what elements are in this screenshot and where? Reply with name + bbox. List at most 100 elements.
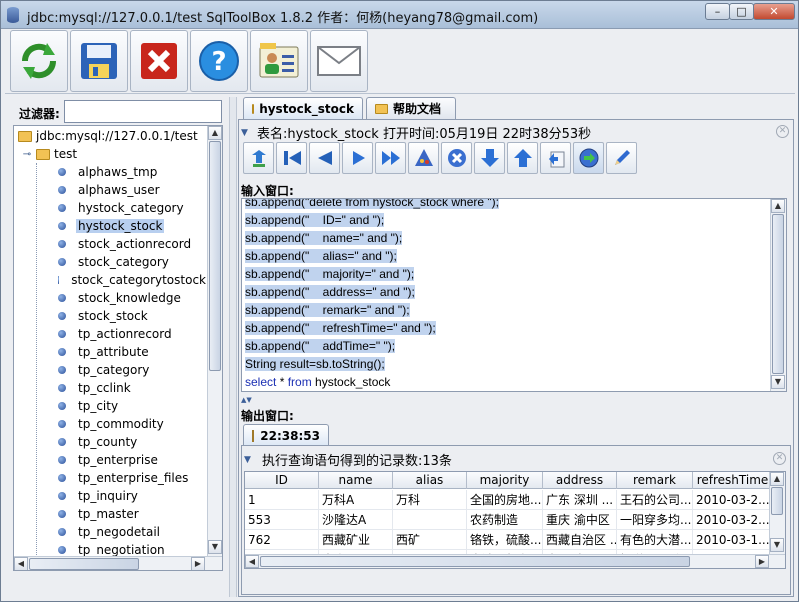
move-down-button[interactable] (474, 142, 505, 174)
tree-item-table[interactable]: tp_inquiry (14, 487, 208, 505)
help-button[interactable]: ? (190, 30, 248, 92)
tree-item-table[interactable]: tp_city (14, 397, 208, 415)
table-icon (58, 276, 60, 284)
arrow-down-icon (480, 149, 499, 167)
column-header[interactable]: remark (617, 472, 693, 489)
scroll-down-icon[interactable]: ▼ (770, 538, 784, 552)
scroll-left-icon[interactable]: ◀ (14, 557, 28, 570)
minimize-button[interactable]: – (705, 3, 730, 20)
tree-item-label: hystock_category (78, 201, 184, 215)
close-icon[interactable]: ✕ (776, 125, 789, 138)
table-vertical-scrollbar[interactable]: ▲ ▼ (769, 472, 785, 554)
maximize-button[interactable]: □ (729, 3, 754, 20)
panel-splitter[interactable] (229, 97, 237, 597)
tree-horizontal-scrollbar[interactable]: ◀ ▶ (14, 556, 222, 570)
close-icon[interactable]: ✕ (773, 452, 786, 465)
tree-item-table[interactable]: tp_enterprise (14, 451, 208, 469)
scroll-down-icon[interactable]: ▼ (771, 375, 785, 389)
tab-result-time[interactable]: 22:38:53 (243, 424, 329, 446)
expand-handle-icon[interactable]: ⊸ (22, 149, 32, 160)
scroll-right-icon[interactable]: ▶ (191, 557, 205, 570)
scroll-up-icon[interactable]: ▲ (208, 126, 222, 140)
tree-item-label: stock_knowledge (78, 291, 181, 305)
editor-vertical-scrollbar[interactable]: ▲ ▼ (770, 199, 786, 391)
tab-hystock-stock[interactable]: hystock_stock (243, 97, 363, 119)
chevron-down-icon[interactable]: ▼ (244, 455, 254, 465)
refresh-button[interactable] (10, 30, 68, 92)
column-header[interactable]: name (319, 472, 393, 489)
execute-button[interactable] (573, 142, 604, 174)
table-icon (58, 528, 66, 536)
refresh-icon (21, 43, 57, 79)
delete-button[interactable] (130, 30, 188, 92)
contact-button[interactable] (250, 30, 308, 92)
tree-item-table[interactable]: hystock_stock (14, 217, 208, 235)
build-button[interactable] (408, 142, 439, 174)
tree-item-table[interactable]: tp_attribute (14, 343, 208, 361)
table-row[interactable]: 1 万科A 万科 全国的房地... 广东 深圳 ... 王石的公司... 2010-03-2… (245, 490, 773, 510)
scroll-up-icon[interactable]: ▲ (771, 199, 785, 213)
chevron-down-icon[interactable]: ▼ (241, 128, 251, 138)
scroll-up-icon[interactable]: ▲ (770, 472, 784, 486)
table-row[interactable]: 762 西藏矿业 西矿 铬铁，硫酸... 西藏自治区 ... 有色的大潜... 2010-0… (245, 530, 773, 550)
move-up-button[interactable] (507, 142, 538, 174)
table-row[interactable]: 553 沙隆达A 农药制造 重庆 渝中区 一阳穿多均... 2010-03-2... (245, 510, 773, 530)
next-record-button[interactable] (342, 142, 373, 174)
editor-section-header[interactable]: ▼ 表名:hystock_stock 打开时间:05月19日 22时38分53秒… (241, 122, 791, 142)
tree-item-table[interactable]: alphaws_tmp (14, 163, 208, 181)
sql-editor[interactable]: sb.append("delete from hystock_stock whe… (241, 198, 787, 392)
cancel-button[interactable] (441, 142, 472, 174)
recycle-button[interactable] (243, 142, 274, 174)
tree-item-table[interactable]: tp_negodetail (14, 523, 208, 541)
mail-button[interactable] (310, 30, 368, 92)
collapse-arrows-icon[interactable]: ▲▼ (241, 396, 252, 404)
column-header[interactable]: alias (393, 472, 467, 489)
tree-item-table[interactable]: alphaws_user (14, 181, 208, 199)
tree-item-table[interactable]: stock_categorytostock (14, 271, 208, 289)
tree-item-table[interactable]: tp_master (14, 505, 208, 523)
table-header: ID name alias majority address remark refreshT… (245, 472, 773, 489)
scroll-left-icon[interactable]: ◀ (245, 555, 259, 568)
result-header[interactable]: ▼ 执行查询语句得到的记录数:13条 ✕ (244, 450, 788, 469)
scroll-thumb[interactable] (260, 556, 690, 567)
tree-item-table[interactable]: hystock_category (14, 199, 208, 217)
first-record-button[interactable] (276, 142, 307, 174)
tree-item-table[interactable]: stock_stock (14, 307, 208, 325)
calendar-icon (252, 429, 255, 442)
tree-item-table[interactable]: tp_category (14, 361, 208, 379)
tree-item-table[interactable]: tp_county (14, 433, 208, 451)
export-button[interactable] (540, 142, 571, 174)
scroll-thumb[interactable] (771, 487, 783, 515)
edit-button[interactable] (606, 142, 637, 174)
scroll-thumb[interactable] (209, 141, 221, 371)
last-record-button[interactable] (375, 142, 406, 174)
tree-item-table[interactable]: stock_knowledge (14, 289, 208, 307)
tree-database-node[interactable]: ⊸ test (22, 145, 77, 163)
previous-record-button[interactable] (309, 142, 340, 174)
table-horizontal-scrollbar[interactable]: ◀ ▶ (245, 554, 785, 568)
tree-item-table[interactable]: tp_commodity (14, 415, 208, 433)
scroll-down-icon[interactable]: ▼ (208, 540, 222, 554)
table-icon (58, 474, 66, 482)
tree-vertical-scrollbar[interactable]: ▲ ▼ (207, 126, 222, 556)
column-header[interactable]: majority (467, 472, 543, 489)
tree-root-node[interactable]: jdbc:mysql://127.0.0.1/test (18, 127, 198, 145)
tree-item-table[interactable]: tp_enterprise_files (14, 469, 208, 487)
query-fragment: * (276, 375, 288, 389)
close-button[interactable]: ✕ (753, 3, 795, 20)
code-line: sb.append(" addTime=" "); (245, 337, 396, 355)
tree-item-table[interactable]: stock_category (14, 253, 208, 271)
scroll-thumb[interactable] (29, 558, 139, 570)
filter-input[interactable] (64, 100, 222, 123)
tree-item-table[interactable]: tp_actionrecord (14, 325, 208, 343)
scroll-thumb[interactable] (772, 214, 784, 374)
scroll-right-icon[interactable]: ▶ (755, 555, 769, 568)
column-header[interactable]: address (543, 472, 617, 489)
save-button[interactable] (70, 30, 128, 92)
tab-help-docs[interactable]: 帮助文档 (366, 97, 456, 119)
tree-item-table[interactable]: tp_cclink (14, 379, 208, 397)
table-icon (58, 402, 66, 410)
column-header[interactable]: refreshTime (693, 472, 773, 489)
column-header[interactable]: ID (245, 472, 319, 489)
tree-item-table[interactable]: stock_actionrecord (14, 235, 208, 253)
